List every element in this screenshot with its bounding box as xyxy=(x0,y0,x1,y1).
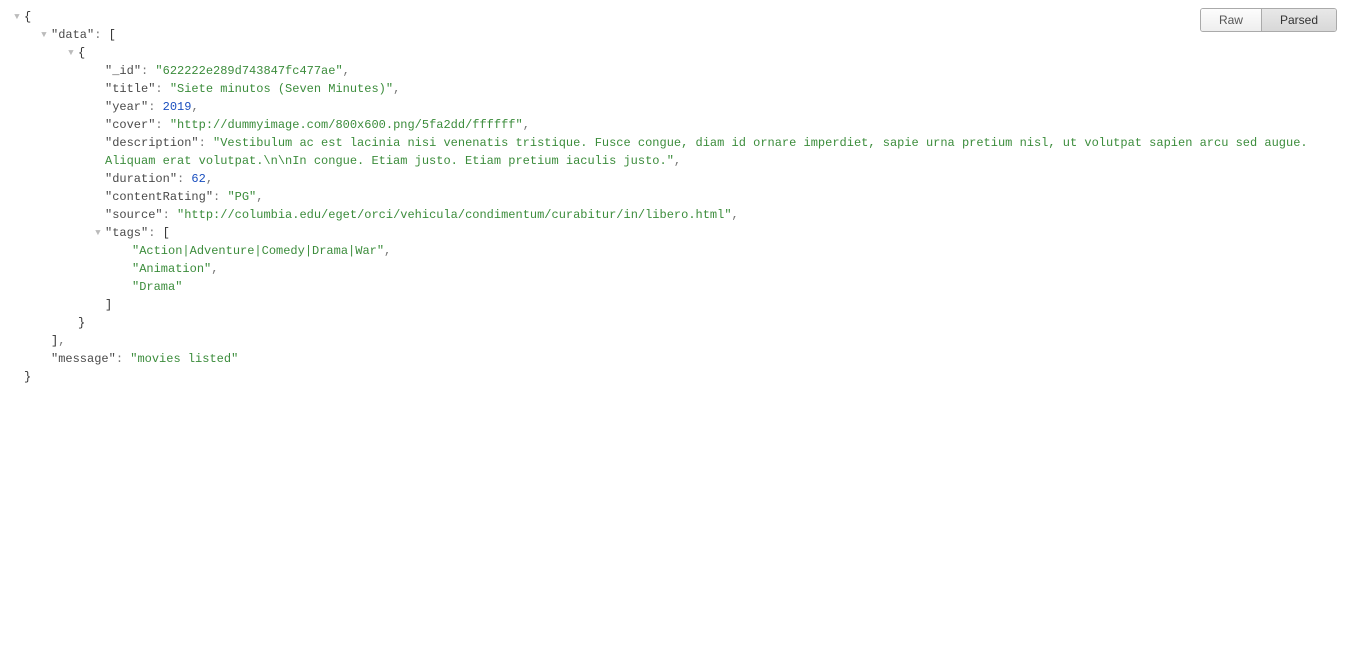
parsed-button[interactable]: Parsed xyxy=(1261,9,1336,31)
json-field-title: "title": "Siete minutos (Seven Minutes)"… xyxy=(12,80,1337,98)
toggle-icon[interactable]: ▼ xyxy=(39,26,49,44)
json-tag-item: "Drama" xyxy=(12,278,1337,296)
json-field-source: "source": "http://columbia.edu/eget/orci… xyxy=(12,206,1337,224)
json-tag-item: "Action|Adventure|Comedy|Drama|War", xyxy=(12,242,1337,260)
raw-button[interactable]: Raw xyxy=(1201,9,1261,31)
json-field-year: "year": 2019, xyxy=(12,98,1337,116)
json-field-tags-open: ▼ "tags": [ xyxy=(12,224,1337,242)
json-array-item-open: ▼ { xyxy=(12,44,1337,62)
toggle-icon[interactable]: ▼ xyxy=(93,224,103,242)
json-tag-item: "Animation", xyxy=(12,260,1337,278)
json-data-close: ], xyxy=(12,332,1337,350)
json-field-duration: "duration": 62, xyxy=(12,170,1337,188)
json-root-close: } xyxy=(12,368,1337,386)
brace-open: { xyxy=(24,8,31,26)
json-root-open: ▼ { xyxy=(12,8,1337,26)
json-array-item-close: } xyxy=(12,314,1337,332)
toggle-icon[interactable]: ▼ xyxy=(66,44,76,62)
json-field-cover: "cover": "http://dummyimage.com/800x600.… xyxy=(12,116,1337,134)
json-field-description: "description": "Vestibulum ac est lacini… xyxy=(12,134,1337,170)
json-key: "data" xyxy=(51,28,94,42)
view-mode-toolbar: Raw Parsed xyxy=(1200,8,1337,32)
json-message-line: "message": "movies listed" xyxy=(12,350,1337,368)
toggle-icon[interactable]: ▼ xyxy=(12,8,22,26)
json-data-key-line: ▼ "data": [ xyxy=(12,26,1337,44)
json-viewer: ▼ { ▼ "data": [ ▼ { "_id": "622222e289d7… xyxy=(12,8,1337,386)
json-field-id: "_id": "622222e289d743847fc477ae", xyxy=(12,62,1337,80)
json-field-contentrating: "contentRating": "PG", xyxy=(12,188,1337,206)
json-tags-close: ] xyxy=(12,296,1337,314)
